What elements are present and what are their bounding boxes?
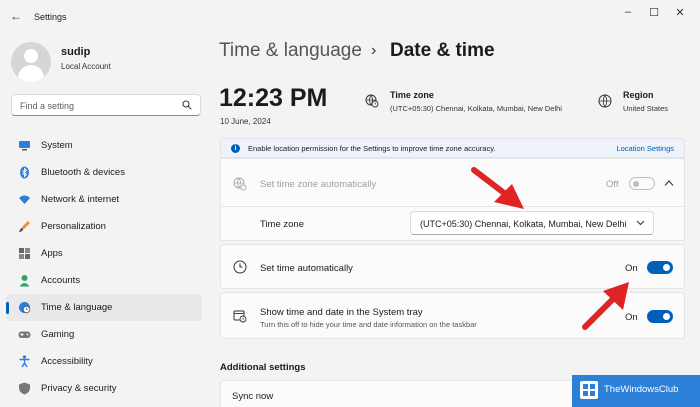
sidebar-item-label: Personalization — [41, 221, 106, 232]
sidebar-item-label: Network & internet — [41, 194, 120, 205]
person-icon — [19, 275, 30, 287]
calendar-clock-icon — [233, 310, 247, 323]
watermark-text: TheWindowsClub — [604, 384, 679, 395]
sidebar-item-label: Accessibility — [41, 356, 93, 367]
sidebar-item-label: Bluetooth & devices — [41, 167, 125, 178]
maximize-icon[interactable]: ☐ — [646, 6, 662, 19]
title-bar: ← Settings – ☐ ✕ — [0, 0, 700, 32]
sidebar-nav: System Bluetooth & devices Network & int… — [6, 132, 202, 402]
system-tray-row: Show time and date in the System tray Tu… — [220, 292, 685, 339]
system-tray-toggle[interactable] — [647, 310, 673, 323]
user-name: sudip — [61, 46, 91, 58]
auto-timezone-label: Set time zone automatically — [260, 179, 377, 190]
sidebar-item-accessibility[interactable]: Accessibility — [6, 348, 202, 375]
system-tray-state: On — [625, 312, 638, 323]
timezone-selected: (UTC+05:30) Chennai, Kolkata, Mumbai, Ne… — [420, 219, 627, 229]
sidebar-item-bluetooth[interactable]: Bluetooth & devices — [6, 159, 202, 186]
sidebar-item-privacy[interactable]: Privacy & security — [6, 375, 202, 402]
clock-globe-icon — [19, 302, 31, 314]
sidebar-item-system[interactable]: System — [6, 132, 202, 159]
sidebar-item-gaming[interactable]: Gaming — [6, 321, 202, 348]
sidebar-item-time-language[interactable]: Time & language — [6, 294, 202, 321]
sync-now-label: Sync now — [232, 391, 274, 402]
region-value: United States — [623, 104, 669, 113]
watermark-logo-icon — [580, 381, 598, 399]
search-icon — [182, 100, 192, 110]
system-tray-label: Show time and date in the System tray — [260, 307, 423, 318]
auto-timezone-state: Off — [606, 179, 619, 190]
wifi-icon — [19, 195, 30, 204]
breadcrumb-separator: › — [371, 42, 377, 59]
sidebar-item-label: Gaming — [41, 329, 75, 340]
auto-time-label: Set time automatically — [260, 263, 353, 274]
current-time: 12:23 PM — [219, 84, 328, 112]
sidebar-item-apps[interactable]: Apps — [6, 240, 202, 267]
sidebar-item-label: Apps — [41, 248, 63, 259]
region-title: Region — [623, 90, 654, 100]
auto-timezone-toggle — [629, 177, 655, 190]
time-zone-value: (UTC+05:30) Chennai, Kolkata, Mumbai, Ne… — [390, 104, 562, 113]
minimize-icon[interactable]: – — [620, 6, 636, 18]
globe-icon — [598, 94, 612, 108]
close-icon[interactable]: ✕ — [672, 6, 688, 19]
chevron-up-icon[interactable] — [664, 179, 674, 187]
sidebar-item-network[interactable]: Network & internet — [6, 186, 202, 213]
system-tray-description: Turn this off to hide your time and date… — [260, 320, 477, 329]
sidebar-item-label: System — [41, 140, 73, 151]
auto-time-row: Set time automatically On — [220, 244, 685, 289]
shield-icon — [19, 382, 30, 395]
timezone-label: Time zone — [260, 219, 304, 230]
time-zone-title: Time zone — [390, 90, 434, 100]
timezone-dropdown[interactable]: (UTC+05:30) Chennai, Kolkata, Mumbai, Ne… — [410, 211, 654, 235]
sidebar-item-label: Accounts — [41, 275, 81, 286]
account-type: Local Account — [61, 62, 111, 71]
apps-icon — [19, 248, 30, 259]
info-text: Enable location permission for the Setti… — [248, 144, 496, 153]
search-input[interactable]: Find a setting — [11, 94, 201, 116]
app-title: Settings — [34, 12, 67, 22]
brush-icon — [19, 221, 30, 232]
gamepad-icon — [18, 331, 31, 338]
chevron-down-icon — [636, 220, 645, 226]
avatar[interactable] — [11, 42, 51, 82]
globe-location-icon — [233, 177, 247, 191]
breadcrumb-parent[interactable]: Time & language — [219, 40, 362, 62]
sidebar-item-label: Privacy & security — [41, 383, 117, 394]
search-placeholder: Find a setting — [20, 101, 75, 111]
additional-settings-heading: Additional settings — [220, 362, 306, 373]
system-icon — [19, 141, 30, 151]
clock-icon — [233, 260, 247, 274]
accessibility-icon — [19, 355, 30, 368]
globe-clock-icon — [365, 94, 379, 108]
current-date: 10 June, 2024 — [220, 117, 271, 126]
sidebar-item-personalization[interactable]: Personalization — [6, 213, 202, 240]
auto-time-toggle[interactable] — [647, 261, 673, 274]
back-arrow-icon[interactable]: ← — [10, 9, 22, 23]
page-title: Date & time — [390, 40, 495, 61]
bluetooth-icon — [20, 166, 29, 179]
auto-timezone-row: Set time zone automatically Off — [220, 158, 685, 207]
sidebar-item-label: Time & language — [41, 302, 113, 313]
location-settings-link[interactable]: Location Settings — [616, 144, 674, 153]
location-info-bar: i Enable location permission for the Set… — [220, 138, 685, 158]
sidebar-item-accounts[interactable]: Accounts — [6, 267, 202, 294]
auto-time-state: On — [625, 263, 638, 274]
sidebar: sudip Local Account Find a setting Syste… — [0, 32, 210, 407]
info-icon: i — [231, 144, 240, 153]
